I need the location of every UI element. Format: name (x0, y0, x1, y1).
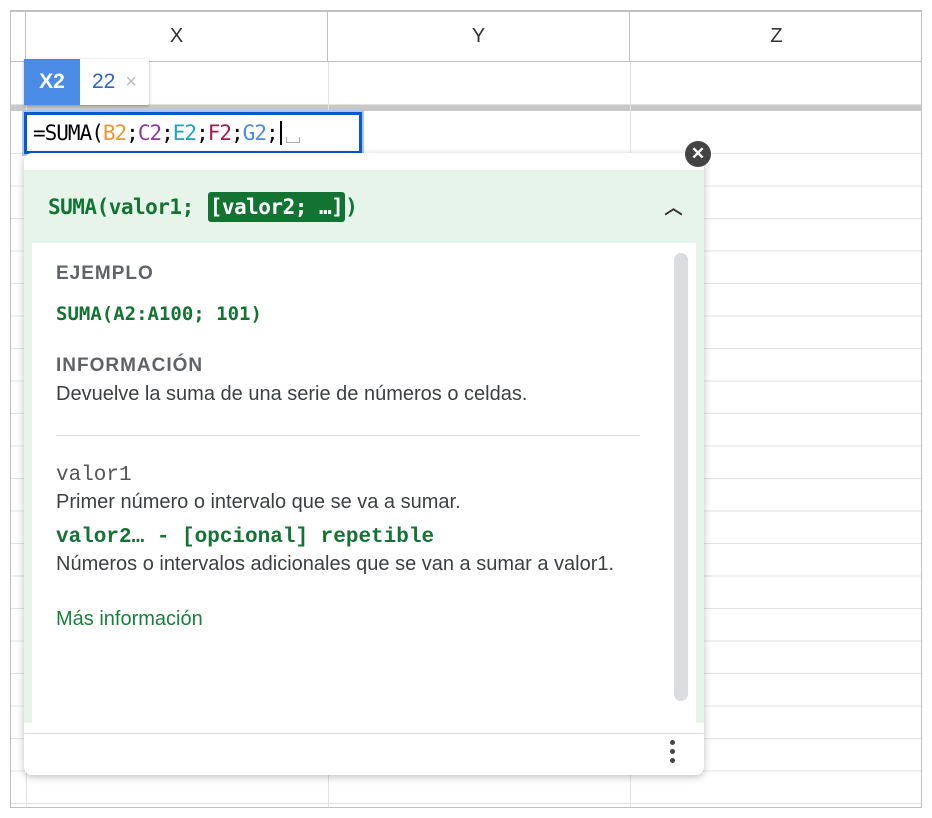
separator: ; (161, 121, 174, 145)
cell-reference-token: F2 (207, 121, 232, 145)
corner-header[interactable] (11, 12, 26, 62)
cell-reference-token: G2 (242, 121, 267, 145)
info-label: INFORMACIÓN (56, 355, 204, 376)
help-footer (24, 733, 704, 775)
column-header-y[interactable]: Y (328, 12, 630, 62)
separator: ; (265, 121, 279, 145)
text-caret (279, 121, 282, 145)
formula-refs: B2;C2;E2;F2;G2; (102, 121, 279, 145)
separator: ; (231, 121, 244, 145)
space-indicator-icon (285, 137, 300, 143)
signature-close: ) (345, 194, 358, 219)
cell-value-chip: X2 22 × (24, 59, 150, 105)
separator: ; (126, 121, 139, 145)
example-code: SUMA(A2:A100; 101) (56, 303, 262, 325)
info-text: Devuelve la suma de una serie de números… (56, 383, 528, 405)
arg2-name: valor2… - [opcional] repetible (56, 526, 435, 549)
formula-cell-editor[interactable]: =SUMA( B2;C2;E2;F2;G2; (22, 110, 364, 156)
cell-value: 22 (92, 70, 116, 93)
more-options-icon[interactable] (668, 740, 676, 763)
example-label: EJEMPLO (56, 263, 154, 284)
cell-reference-token: B2 (102, 121, 127, 145)
more-info-link[interactable]: Más información (56, 608, 672, 631)
help-body: EJEMPLO SUMA(A2:A100; 101) INFORMACIÓN D… (32, 243, 696, 723)
signature-text: SUMA(valor1; (48, 194, 194, 219)
arg1-desc: Primer número o intervalo que se va a su… (56, 491, 461, 513)
chevron-up-icon[interactable]: ︿ (665, 194, 683, 220)
close-icon[interactable]: × (125, 71, 137, 94)
cell-reference: X2 (24, 59, 80, 105)
function-signature: SUMA(valor1; [valor2; …]) ︿ (24, 170, 704, 243)
signature-active-arg: [valor2; …] (207, 191, 346, 222)
arg2-desc: Números o intervalos adicionales que se … (56, 553, 615, 575)
formula-help-popup: SUMA(valor1; [valor2; …]) ︿ EJEMPLO SUMA(… (24, 153, 704, 775)
divider (56, 435, 640, 436)
column-header-x[interactable]: X (26, 12, 328, 62)
scrollbar[interactable] (674, 253, 688, 701)
formula-function: =SUMA( (33, 121, 104, 145)
separator: ; (196, 121, 209, 145)
arg1-name: valor1 (56, 464, 132, 487)
column-header-z[interactable]: Z (630, 12, 921, 62)
close-help-button[interactable]: ✕ (685, 141, 711, 167)
cell-reference-token: C2 (137, 121, 162, 145)
cell-reference-token: E2 (172, 121, 197, 145)
